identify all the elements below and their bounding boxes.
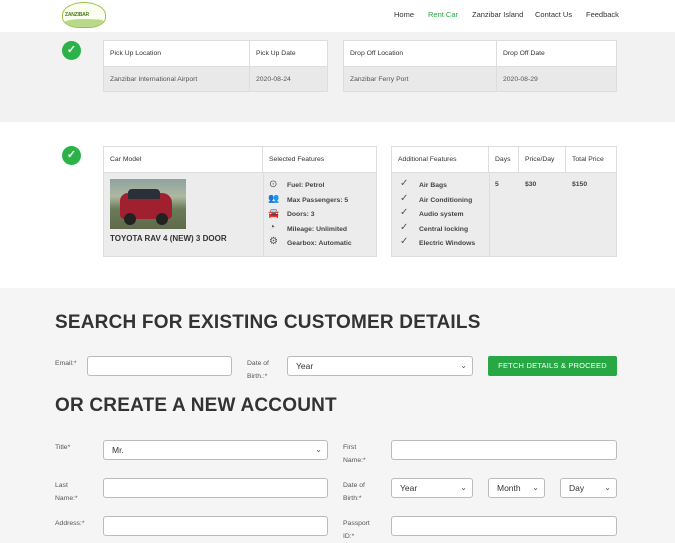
additional-features-header: Additional Features	[392, 147, 489, 173]
column-divider	[489, 173, 490, 257]
email-label: Email:*	[55, 360, 77, 367]
logo-hill-graphic	[63, 19, 105, 27]
price-day-value: $30	[525, 181, 537, 188]
create-account-title: OR CREATE A NEW ACCOUNT	[55, 395, 337, 416]
car-door-icon: 🚘	[268, 208, 280, 218]
dropoff-location-value: Zanzibar Ferry Port	[343, 66, 497, 92]
dob-day-select[interactable]: Day ⌄	[560, 478, 617, 498]
selected-value: Month	[497, 483, 521, 493]
nav-zanzibar-island[interactable]: Zanzibar Island	[472, 10, 523, 19]
chevron-down-icon: ⌄	[460, 361, 467, 370]
checkmark-icon: ✓	[400, 207, 409, 218]
feature-gearbox: Gearbox: Automatic	[287, 240, 352, 247]
fuel-icon: ⊙	[269, 179, 278, 190]
fetch-details-button[interactable]: FETCH DETAILS & PROCEED	[488, 356, 617, 376]
first-name-input[interactable]	[391, 440, 617, 460]
checkmark-icon: ✓	[400, 178, 409, 189]
passengers-icon: 👥	[268, 193, 280, 203]
checkmark-icon: ✓	[400, 236, 409, 247]
column-divider	[263, 173, 264, 257]
additional-feature: Air Bags	[419, 182, 447, 189]
logo-text: ZANZIBAR	[65, 12, 89, 18]
car-photo	[110, 179, 186, 229]
nav-rent-car[interactable]: Rent Car	[428, 10, 458, 19]
selected-features-header: Selected Features	[269, 156, 325, 163]
pickup-date-header: Pick Up Date	[249, 40, 328, 67]
last-name-input[interactable]	[103, 478, 328, 498]
feature-passengers: Max Passengers: 5	[287, 197, 349, 204]
selected-value: Mr.	[112, 445, 124, 455]
chevron-down-icon: ⌄	[315, 445, 322, 454]
gear-icon: ⚙	[269, 236, 278, 247]
additional-feature: Electric Windows	[419, 240, 476, 247]
search-section-title: SEARCH FOR EXISTING CUSTOMER DETAILS	[55, 312, 481, 333]
selected-value: Year	[400, 483, 418, 493]
pickup-location-value: Zanzibar International Airport	[103, 66, 250, 92]
feature-fuel: Fuel: Petrol	[287, 182, 325, 189]
chevron-down-icon: ⌄	[460, 483, 467, 492]
search-dob-year-select[interactable]: Year ⌄	[287, 356, 473, 376]
car-details-box: Car Model Selected Features TOYOTA RAV 4…	[103, 146, 377, 257]
first-name-label: First Name:*	[343, 444, 366, 464]
car-model-name: TOYOTA RAV 4 (NEW) 3 DOOR	[110, 234, 227, 243]
dob-month-select[interactable]: Month ⌄	[488, 478, 545, 498]
dropoff-location-header: Drop Off Location	[343, 40, 497, 67]
title-label: Title*	[55, 444, 71, 451]
selected-value: Year	[296, 361, 314, 371]
passport-label: Passport ID:*	[343, 520, 370, 540]
chevron-down-icon: ⌄	[532, 483, 539, 492]
chevron-down-icon: ⌄	[604, 483, 611, 492]
car-model-header: Car Model	[104, 147, 263, 173]
nav-home[interactable]: Home	[394, 10, 414, 19]
dropoff-table: Drop Off Location Drop Off Date Zanzibar…	[343, 40, 617, 92]
speedometer-icon: ◔	[269, 222, 276, 233]
total-price-header: Total Price	[572, 156, 604, 163]
checkmark-icon: ✓	[400, 222, 409, 233]
days-value: 5	[495, 181, 499, 188]
top-navbar: ZANZIBAR CAR RENTAL Home Rent Car Zanzib…	[0, 0, 675, 32]
price-day-header: Price/Day	[519, 147, 566, 173]
search-dob-label: Date of Birth.:*	[247, 360, 269, 380]
title-select[interactable]: Mr. ⌄	[103, 440, 328, 460]
pickup-location-header: Pick Up Location	[103, 40, 250, 67]
pickup-table: Pick Up Location Pick Up Date Zanzibar I…	[103, 40, 328, 92]
pickup-date-value: 2020-08-24	[249, 66, 328, 92]
nav-contact-us[interactable]: Contact Us	[535, 10, 572, 19]
address-input[interactable]	[103, 516, 328, 536]
feature-doors: Doors: 3	[287, 211, 315, 218]
dropoff-date-value: 2020-08-29	[496, 66, 617, 92]
check-icon: ✓	[62, 41, 81, 60]
additional-feature: Audio system	[419, 211, 464, 218]
address-label: Address:*	[55, 520, 85, 527]
dob-year-select[interactable]: Year ⌄	[391, 478, 473, 498]
last-name-label: Last Name:*	[55, 482, 78, 502]
checkmark-icon: ✓	[400, 193, 409, 204]
nav-feedback[interactable]: Feedback	[586, 10, 619, 19]
dob-label: Date of Birth:*	[343, 482, 365, 502]
dropoff-date-header: Drop Off Date	[496, 40, 617, 67]
additional-feature: Central locking	[419, 226, 469, 233]
check-icon: ✓	[62, 146, 81, 165]
feature-mileage: Mileage: Unlimited	[287, 226, 348, 233]
search-email-input[interactable]	[87, 356, 232, 376]
site-logo[interactable]: ZANZIBAR CAR RENTAL	[62, 2, 106, 28]
passport-input[interactable]	[391, 516, 617, 536]
pricing-header: Additional Features Days Price/Day Total…	[392, 147, 616, 173]
pricing-box: Additional Features Days Price/Day Total…	[391, 146, 617, 257]
selected-value: Day	[569, 483, 585, 493]
total-price-value: $150	[572, 181, 588, 188]
car-details-header: Car Model Selected Features	[104, 147, 376, 173]
days-header: Days	[489, 147, 519, 173]
additional-feature: Air Conditioning	[419, 197, 473, 204]
